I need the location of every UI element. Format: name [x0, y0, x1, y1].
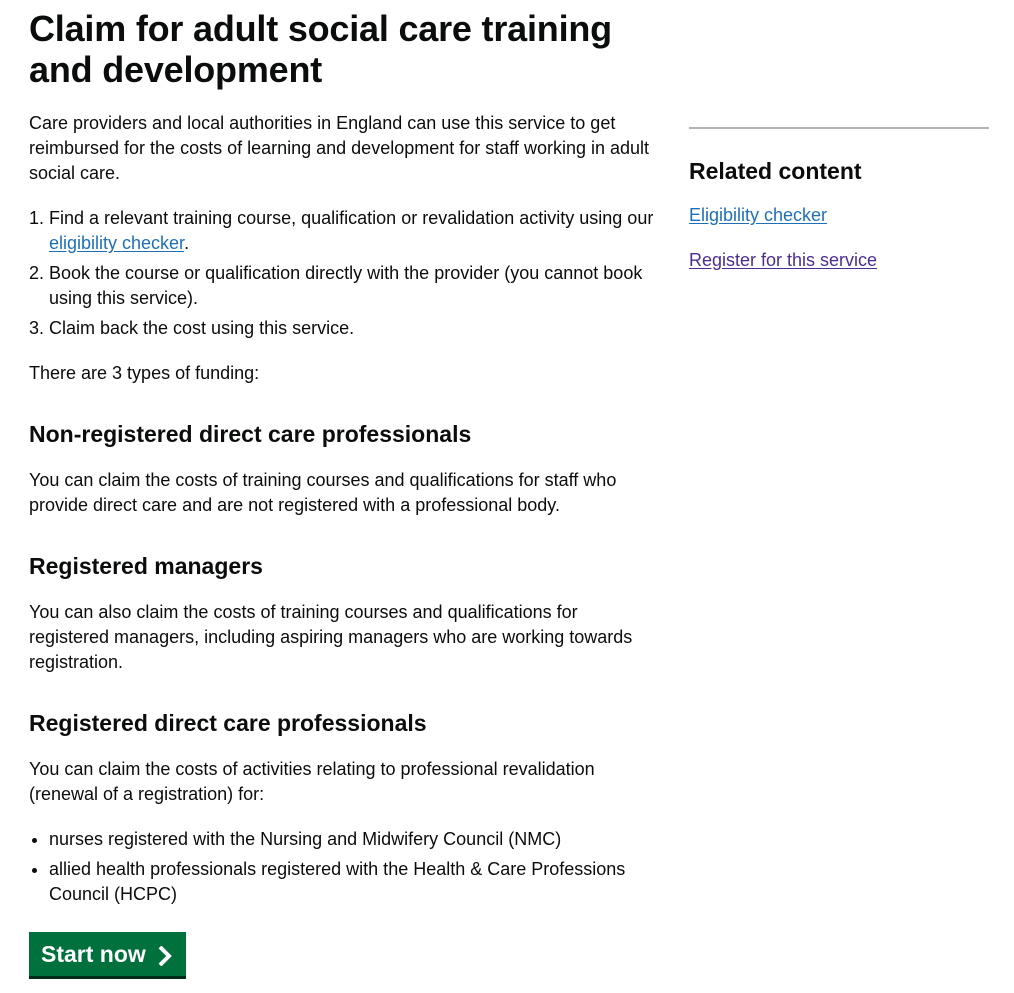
body-registered-direct-care: You can claim the costs of activities re… — [29, 759, 595, 804]
professionals-list: nurses registered with the Nursing and M… — [29, 827, 659, 907]
steps-list: Find a relevant training course, qualifi… — [29, 206, 659, 341]
body-non-registered: You can claim the costs of training cour… — [29, 470, 617, 515]
heading-non-registered: Non-registered direct care professionals — [29, 421, 472, 447]
related-content-sidebar: Related content Eligibility checker Regi… — [689, 127, 989, 293]
related-link-item: Register for this service — [689, 248, 989, 273]
funding-intro: There are 3 types of funding: — [29, 363, 260, 383]
step-1-text: Find a relevant training course, qualifi… — [49, 208, 654, 228]
list-item-allied-health: allied health professionals registered w… — [49, 857, 659, 907]
list-item-nurses: nurses registered with the Nursing and M… — [49, 827, 659, 852]
intro-paragraph: Care providers and local authorities in … — [29, 113, 650, 183]
related-links-list: Eligibility checker Register for this se… — [689, 203, 989, 273]
heading-registered-direct-care: Registered direct care professionals — [29, 710, 427, 736]
sidebar-register-link[interactable]: Register for this service — [689, 250, 877, 270]
start-now-label: Start now — [41, 941, 146, 967]
step-3: Claim back the cost using this service. — [49, 316, 659, 341]
start-now-button[interactable]: Start now — [29, 932, 186, 976]
chevron-right-icon — [156, 944, 174, 967]
step-1: Find a relevant training course, qualifi… — [49, 206, 659, 256]
heading-registered-managers: Registered managers — [29, 553, 263, 579]
step-1-end: . — [184, 233, 190, 253]
related-link-item: Eligibility checker — [689, 203, 989, 228]
page-title: Claim for adult social care training and… — [29, 8, 612, 90]
eligibility-checker-link[interactable]: eligibility checker — [49, 233, 184, 253]
step-2: Book the course or qualification directl… — [49, 261, 659, 311]
sidebar-eligibility-checker-link[interactable]: Eligibility checker — [689, 205, 827, 225]
related-content-heading: Related content — [689, 158, 862, 184]
main-content: Claim for adult social care training and… — [29, 8, 659, 976]
body-registered-managers: You can also claim the costs of training… — [29, 602, 633, 672]
